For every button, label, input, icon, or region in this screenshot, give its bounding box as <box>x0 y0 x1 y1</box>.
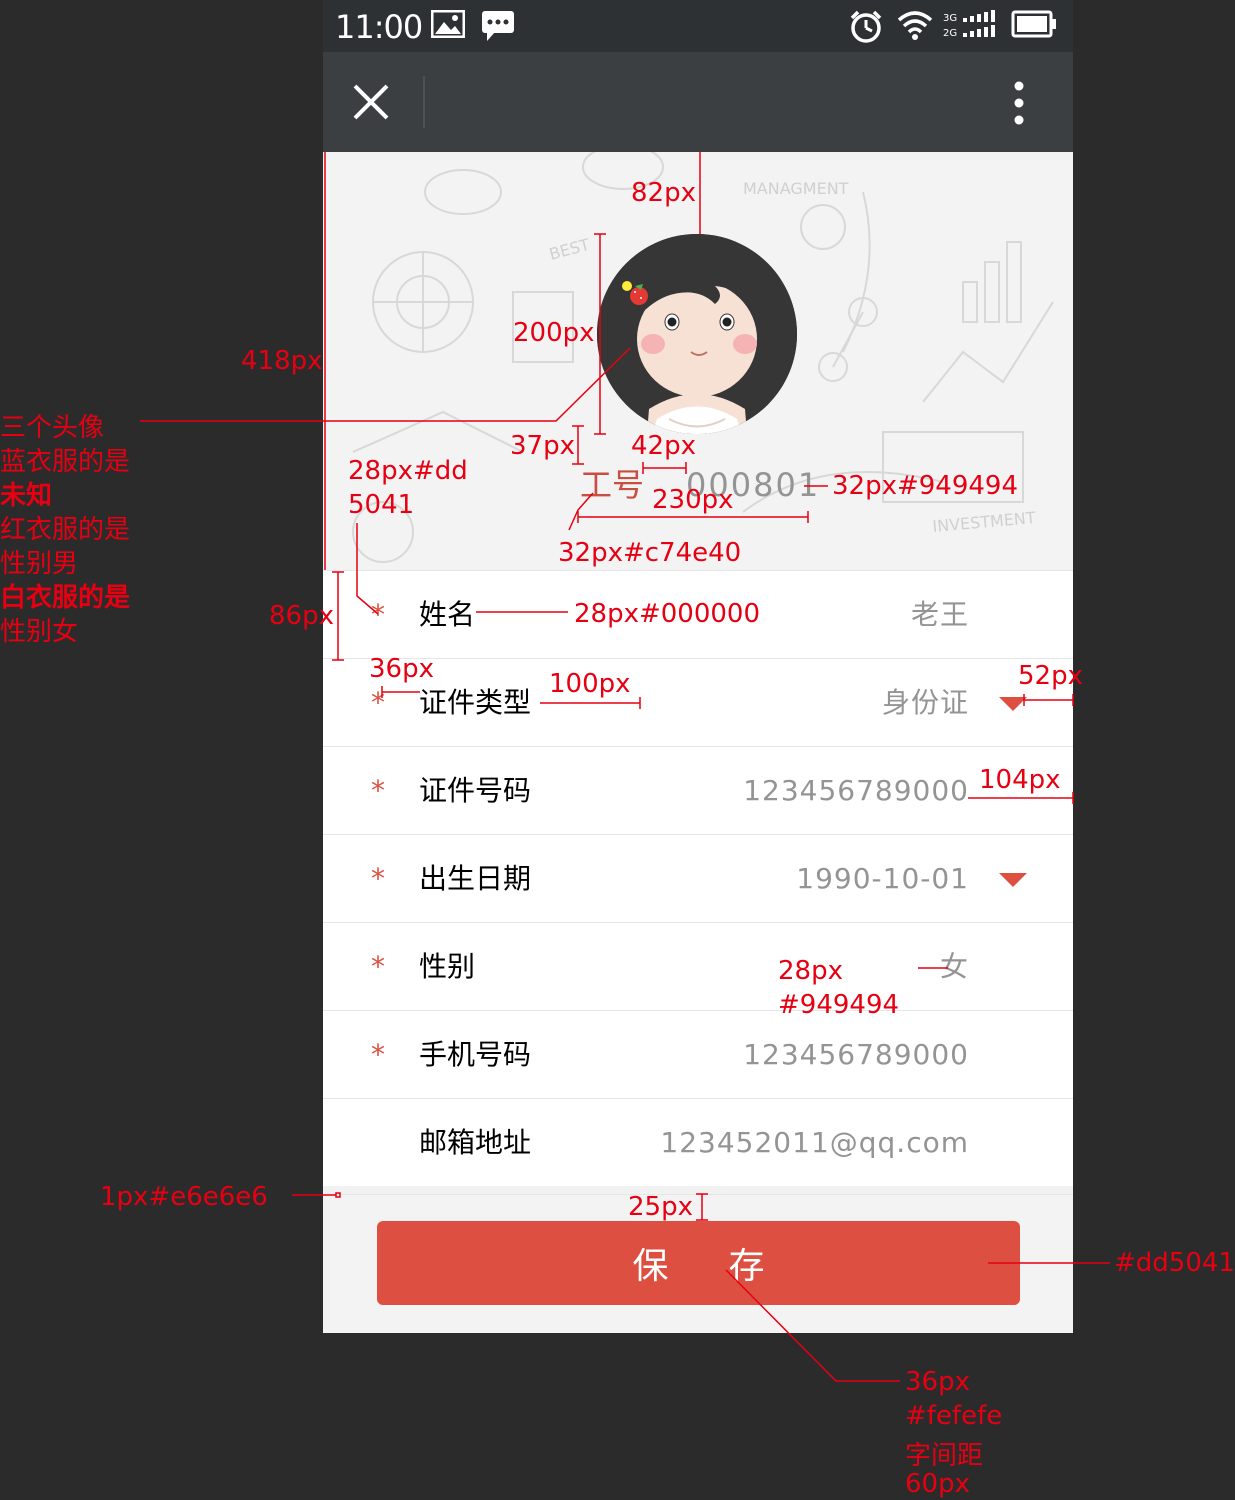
annotation: 28px#000000 <box>574 599 761 629</box>
annotation: 37px <box>510 431 575 461</box>
annotation: 100px <box>549 669 631 699</box>
annotation: 三个头像 <box>0 413 105 443</box>
annotation: 25px <box>628 1192 693 1222</box>
annotation: 36px <box>369 654 434 684</box>
annotation: 52px <box>1018 661 1083 691</box>
annotation: 红衣服的是 <box>0 515 131 545</box>
annotation: 蓝衣服的是 <box>0 447 131 477</box>
annotation: 60px <box>905 1469 970 1499</box>
annotation: #fefefe <box>905 1401 1003 1431</box>
annotation: 418px <box>241 346 323 376</box>
annotation: 104px <box>979 765 1061 795</box>
annotation: 42px <box>631 431 696 461</box>
annotation: 86px <box>269 601 334 631</box>
annotation: 性别女 <box>0 617 79 647</box>
annotation: 28px#dd <box>348 456 468 486</box>
annotation: 5041 <box>348 490 415 520</box>
annotation: 性别男 <box>0 549 79 579</box>
annotation: 未知 <box>0 481 53 511</box>
annotation: #949494 <box>778 990 900 1020</box>
annotation: #dd5041 <box>1114 1248 1235 1278</box>
annotation: 28px <box>778 956 843 986</box>
annotation: 1px#e6e6e6 <box>100 1182 268 1212</box>
annotation: 字间距 <box>905 1441 984 1471</box>
annotation: 32px#949494 <box>832 471 1019 501</box>
annotation: 200px <box>513 318 595 348</box>
annotation: 32px#c74e40 <box>558 538 742 568</box>
annotation: 36px <box>905 1367 970 1397</box>
annotation: 82px <box>631 178 696 208</box>
annotation-lines <box>140 152 1110 1382</box>
annotation: 230px <box>652 485 734 515</box>
annotation: 白衣服的是 <box>0 583 131 613</box>
